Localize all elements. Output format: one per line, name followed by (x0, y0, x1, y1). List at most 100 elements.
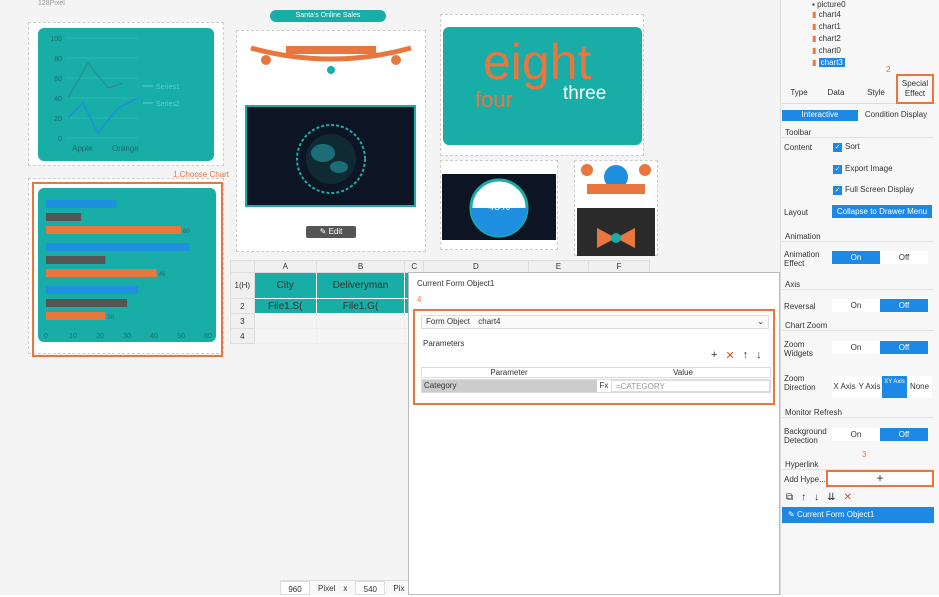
cell[interactable] (253, 328, 317, 344)
x-tick-label: 0 (44, 333, 48, 340)
width-input[interactable]: 960 (280, 581, 310, 595)
reversal-toggle[interactable]: On Off (832, 299, 928, 312)
y-tick-label: 20 (54, 116, 62, 123)
header-cell[interactable]: Deliveryman (315, 272, 406, 299)
tab-special-effect[interactable]: Special Effect (896, 73, 934, 104)
subtabs: Interactive Condition Display (782, 110, 934, 121)
zoom-direction-select[interactable]: X Axis Y Axis XY Axis None (832, 376, 932, 398)
form-object-value: chart4 (478, 317, 501, 326)
move-up-icon[interactable]: ↑ (801, 492, 806, 503)
tab-type[interactable]: Type (782, 88, 816, 97)
formula-icon[interactable]: Fx (597, 380, 611, 392)
line-chart-widget[interactable]: 100 80 60 40 20 0 Apple Orange Series1 Series2 (38, 28, 214, 161)
earth-video[interactable] (245, 105, 416, 207)
param-row[interactable]: Category Fx =CATEGORY (421, 379, 771, 393)
bar (46, 312, 106, 320)
export-image-checkbox[interactable]: ✓ Export Image (833, 164, 893, 174)
param-table-header: Parameter Value (421, 367, 771, 378)
col-header[interactable]: E (527, 260, 590, 273)
chart-icon: ▮ (812, 22, 819, 31)
tree-item[interactable]: ▪ picture0 (812, 0, 892, 10)
zoom-widgets-toggle[interactable]: On Off (832, 341, 928, 354)
tab-data[interactable]: Data (816, 88, 856, 97)
subtab-condition-display[interactable]: Condition Display (858, 110, 934, 121)
col-header[interactable]: F (588, 260, 650, 273)
form-object-select[interactable]: Form Object chart4 ⌄ (421, 315, 769, 329)
cell[interactable]: File1.G( (315, 298, 406, 314)
add-hyperlink-button[interactable]: + (826, 470, 934, 487)
cell[interactable] (253, 313, 317, 329)
subtab-interactive[interactable]: Interactive (782, 110, 858, 121)
pencil-icon: ✎ (319, 227, 329, 236)
tree-item[interactable]: ▮ chart2 (812, 34, 892, 46)
x-tick-label: 40 (150, 333, 158, 340)
copy-icon[interactable]: ⧉ (786, 492, 793, 503)
hyperlink-toolbar: ⧉ ↑ ↓ ⇊ ✕ (786, 492, 852, 503)
widget-tree: ▪ picture0 ▮ chart4 ▮ chart1 ▮ chart2 ▮ … (812, 0, 892, 72)
animation-section[interactable]: Animation (782, 232, 934, 242)
move-bottom-icon[interactable]: ⇊ (827, 492, 835, 503)
bar (46, 243, 190, 251)
delete-icon[interactable]: ✕ (844, 492, 852, 503)
monitor-refresh-section[interactable]: Monitor Refresh (782, 408, 934, 418)
animation-effect-label: Animation Effect (784, 250, 820, 268)
tree-item[interactable]: ▮ chart1 (812, 22, 892, 34)
param-value-input[interactable]: =CATEGORY (611, 380, 770, 392)
bar (46, 256, 106, 264)
tab-style[interactable]: Style (856, 88, 896, 97)
legend-label: Series2 (156, 101, 180, 108)
gauge-widget[interactable]: 45% (442, 174, 556, 240)
y-tick-label: 40 (54, 96, 62, 103)
sort-checkbox[interactable]: ✓ Sort (833, 142, 860, 152)
chart-icon: ▮ (812, 58, 819, 67)
toolbar-section[interactable]: Toolbar (782, 128, 934, 138)
param-name[interactable]: Category (422, 380, 597, 392)
y-tick-label: 0 (58, 136, 62, 143)
bg-detection-toggle[interactable]: On Off (832, 428, 928, 441)
tree-item[interactable]: ▮ chart4 (812, 10, 892, 22)
row-header[interactable]: 1(H) (230, 272, 255, 299)
move-down-icon[interactable]: ↓ (814, 492, 819, 503)
edit-label: Edit (328, 227, 343, 236)
form-object-dialog: Current Form Object1 4 Form Object chart… (408, 272, 780, 595)
row-header[interactable]: 2 (230, 298, 255, 314)
axis-section[interactable]: Axis (782, 280, 934, 290)
cell[interactable] (315, 313, 406, 329)
move-down-icon[interactable]: ↓ (756, 349, 762, 362)
col-header[interactable]: A (253, 260, 317, 273)
edit-button[interactable]: ✎ Edit (306, 226, 356, 238)
row-header[interactable]: 3 (230, 313, 255, 329)
bar (46, 200, 117, 208)
bar (46, 213, 82, 221)
animation-toggle[interactable]: On Off (832, 251, 928, 264)
bar-chart: 0 10 20 30 40 50 60 60 46 30 (44, 200, 212, 340)
cell[interactable] (315, 328, 406, 344)
fullscreen-checkbox[interactable]: ✓ Full Screen Display (833, 185, 914, 195)
bar-chart-widget[interactable]: 0 10 20 30 40 50 60 60 46 30 (38, 188, 216, 342)
header-cell[interactable]: City (253, 272, 317, 299)
banner: Santa's Online Sales (270, 10, 386, 22)
delete-icon[interactable]: ✕ (725, 349, 734, 362)
cell[interactable]: File1.S( (253, 298, 317, 314)
content-label: Content (784, 143, 813, 152)
chart-zoom-section[interactable]: Chart Zoom (782, 321, 934, 331)
text-widget[interactable]: eight four three (443, 27, 642, 145)
move-up-icon[interactable]: ↑ (743, 349, 749, 362)
hyperlink-item[interactable]: ✎ Current Form Object1 (782, 507, 934, 523)
parameters-label: Parameters (423, 339, 465, 348)
row-header[interactable]: 4 (230, 328, 255, 344)
reversal-label: Reversal (784, 302, 816, 311)
height-input[interactable]: 540 (355, 581, 386, 595)
col-header[interactable]: D (423, 260, 529, 273)
sheet-corner-cell (230, 260, 255, 273)
col-header[interactable]: C (404, 260, 425, 273)
col-header[interactable]: B (315, 260, 406, 273)
param-col-header: Parameter (490, 368, 528, 377)
y-tick-label: 100 (50, 36, 62, 43)
add-icon[interactable]: + (711, 349, 717, 362)
tree-item[interactable]: ▮ chart0 (812, 46, 892, 58)
layout-select[interactable]: Collapse to Drawer Menu (832, 205, 932, 218)
tree-item-selected[interactable]: ▮ chart3 (812, 58, 892, 70)
bar (46, 299, 127, 307)
hyperlink-section[interactable]: Hyperlink (782, 460, 934, 470)
